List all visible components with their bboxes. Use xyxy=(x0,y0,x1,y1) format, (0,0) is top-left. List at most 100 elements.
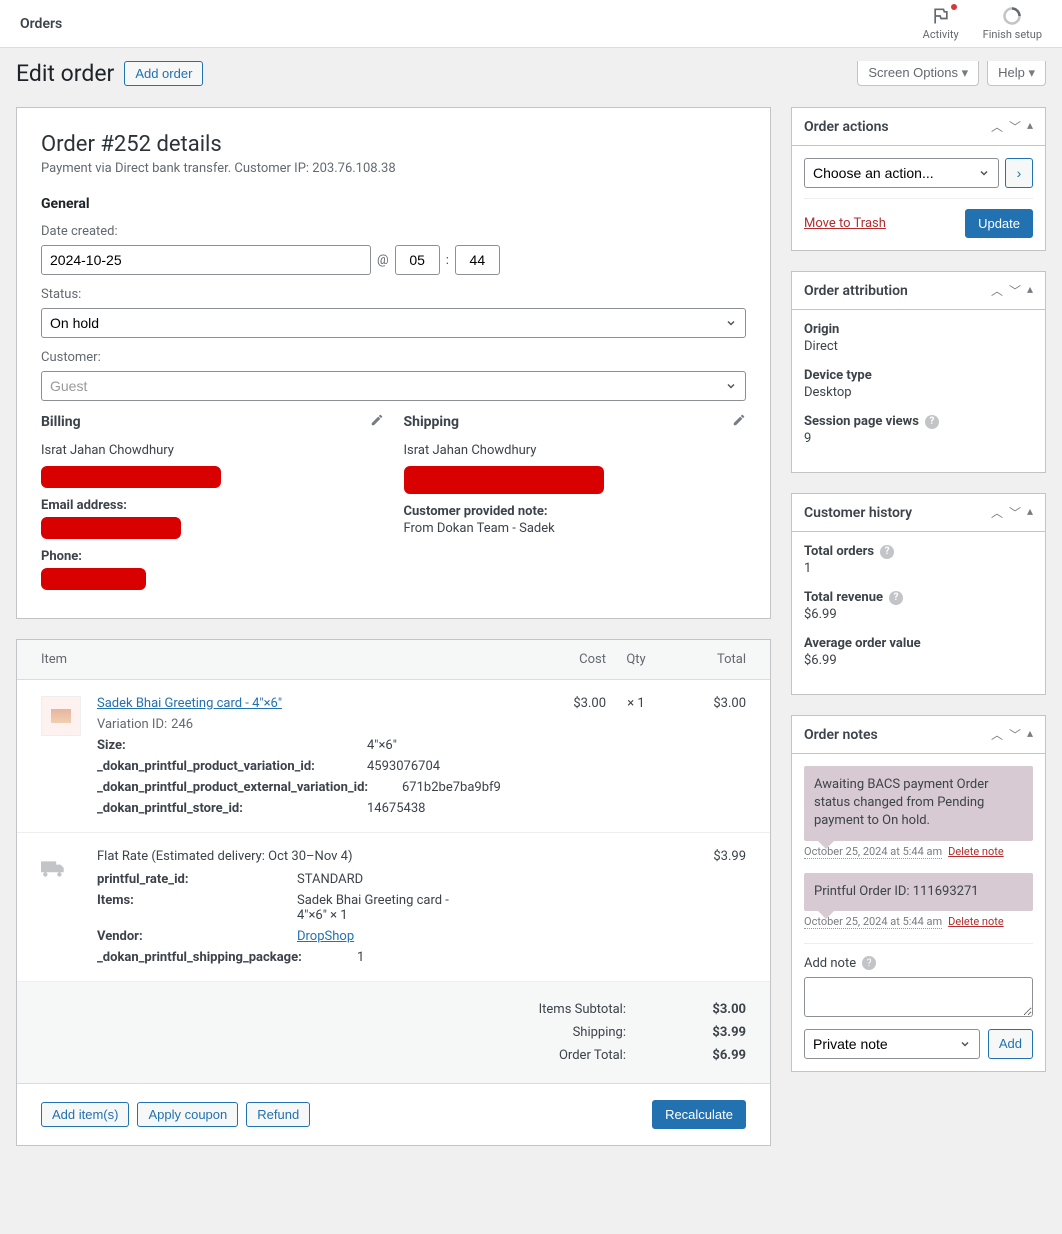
page-views-label: Session page views xyxy=(804,414,919,429)
total-orders-label: Total orders xyxy=(804,544,874,559)
order-note: Awaiting BACS payment Order status chang… xyxy=(804,766,1033,841)
total-orders-value: 1 xyxy=(804,561,1033,576)
order-notes-heading: Order notes xyxy=(804,727,878,743)
help-icon[interactable]: ? xyxy=(862,956,876,970)
apply-coupon-button[interactable]: Apply coupon xyxy=(137,1102,238,1127)
panel-down-icon[interactable]: ﹀ xyxy=(1009,282,1021,299)
customer-history-panel: Customer history ︿﹀▴ Total orders?1 Tota… xyxy=(791,493,1046,695)
customer-note-value: From Dokan Team - Sadek xyxy=(404,519,747,540)
date-row: @ : xyxy=(41,245,746,275)
shipping-line-row: Flat Rate (Estimated delivery: Oct 30–No… xyxy=(17,833,770,982)
activity-button[interactable]: Activity xyxy=(923,6,959,41)
panel-collapse-icon[interactable]: ▴ xyxy=(1027,504,1033,521)
help-button[interactable]: Help xyxy=(987,61,1046,86)
add-items-button[interactable]: Add item(s) xyxy=(41,1102,129,1127)
flag-icon xyxy=(931,6,951,26)
ship-items-label: Items: xyxy=(97,893,297,923)
panel-collapse-icon[interactable]: ▴ xyxy=(1027,726,1033,743)
order-note: Printful Order ID: 111693271 xyxy=(804,873,1033,911)
printful-ext-variation-label: _dokan_printful_product_external_variati… xyxy=(97,780,402,795)
panel-up-icon[interactable]: ︿ xyxy=(991,118,1003,135)
add-note-button[interactable]: Add xyxy=(988,1029,1033,1059)
billing-shipping-row: Billing Israt Jahan Chowdhury Email addr… xyxy=(41,413,746,594)
col-total: Total xyxy=(666,652,746,667)
help-icon[interactable]: ? xyxy=(925,415,939,429)
panel-down-icon[interactable]: ﹀ xyxy=(1009,726,1021,743)
avg-order-value: $6.99 xyxy=(804,653,1033,668)
col-cost: Cost xyxy=(526,652,606,667)
total-revenue-label: Total revenue xyxy=(804,590,883,605)
product-link[interactable]: Sadek Bhai Greeting card - 4″×6″ xyxy=(97,696,282,711)
total-revenue-value: $6.99 xyxy=(804,607,1033,622)
shipping-total-label: Shipping: xyxy=(476,1025,626,1040)
note-type-select[interactable]: Private note xyxy=(804,1029,980,1059)
panel-collapse-icon[interactable]: ▴ xyxy=(1027,282,1033,299)
delete-note-link[interactable]: Delete note xyxy=(948,845,1004,858)
order-total-value: $6.99 xyxy=(666,1048,746,1063)
size-value: 4″×6″ xyxy=(367,738,397,753)
panel-up-icon[interactable]: ︿ xyxy=(991,282,1003,299)
progress-ring-icon xyxy=(1002,6,1022,26)
delete-note-link[interactable]: Delete note xyxy=(948,915,1004,928)
move-to-trash-link[interactable]: Move to Trash xyxy=(804,216,886,231)
order-actions-panel: Order actions ︿﹀▴ Choose an action... › … xyxy=(791,107,1046,251)
panel-up-icon[interactable]: ︿ xyxy=(991,504,1003,521)
order-action-select[interactable]: Choose an action... xyxy=(804,158,999,188)
ship-package-value: 1 xyxy=(357,950,364,965)
panel-collapse-icon[interactable]: ▴ xyxy=(1027,118,1033,135)
apply-action-button[interactable]: › xyxy=(1005,158,1033,188)
printful-ext-variation-value: 671b2be7ba9bf9 xyxy=(402,780,501,795)
customer-note-label: Customer provided note: xyxy=(404,504,747,519)
side-column: Order actions ︿﹀▴ Choose an action... › … xyxy=(791,107,1046,1072)
help-icon[interactable]: ? xyxy=(880,545,894,559)
billing-column: Billing Israt Jahan Chowdhury Email addr… xyxy=(41,413,384,594)
main-wrap: Order #252 details Payment via Direct ba… xyxy=(0,91,1062,1162)
panel-up-icon[interactable]: ︿ xyxy=(991,726,1003,743)
status-select[interactable]: On hold xyxy=(41,308,746,338)
screen-options-button[interactable]: Screen Options xyxy=(857,61,979,86)
subtotal-label: Items Subtotal: xyxy=(476,1002,626,1017)
customer-select[interactable]: Guest xyxy=(41,371,746,401)
attribution-heading: Order attribution xyxy=(804,283,908,299)
shipping-total: $3.99 xyxy=(666,849,746,965)
col-item: Item xyxy=(41,652,526,667)
vendor-link[interactable]: DropShop xyxy=(297,929,354,944)
general-heading: General xyxy=(41,196,746,212)
header-bar: Edit order Add order Screen Options Help xyxy=(0,48,1062,91)
hour-input[interactable] xyxy=(395,245,440,275)
rate-id-label: printful_rate_id: xyxy=(97,872,297,887)
product-thumbnail xyxy=(41,696,81,736)
size-label: Size: xyxy=(97,738,367,753)
page-title: Edit order xyxy=(16,60,114,87)
shipping-info: Flat Rate (Estimated delivery: Oct 30–No… xyxy=(97,849,526,965)
printful-variation-value: 4593076704 xyxy=(367,759,440,774)
shipping-total-value: $3.99 xyxy=(666,1025,746,1040)
minute-input[interactable] xyxy=(455,245,500,275)
items-actions-row: Add item(s) Apply coupon Refund Recalcul… xyxy=(17,1083,770,1145)
add-order-button[interactable]: Add order xyxy=(124,61,203,86)
edit-shipping-button[interactable] xyxy=(732,413,746,431)
recalculate-button[interactable]: Recalculate xyxy=(652,1100,746,1129)
finish-setup-button[interactable]: Finish setup xyxy=(983,6,1042,41)
topbar-right: Activity Finish setup xyxy=(923,6,1042,41)
billing-name: Israt Jahan Chowdhury xyxy=(41,441,384,462)
update-button[interactable]: Update xyxy=(965,209,1033,238)
shipping-title: Flat Rate (Estimated delivery: Oct 30–No… xyxy=(97,849,526,864)
panel-down-icon[interactable]: ﹀ xyxy=(1009,504,1021,521)
refund-button[interactable]: Refund xyxy=(246,1102,310,1127)
device-type-label: Device type xyxy=(804,368,1033,383)
add-note-textarea[interactable] xyxy=(804,977,1033,1017)
edit-billing-button[interactable] xyxy=(370,413,384,431)
ship-qty-empty xyxy=(606,849,666,965)
billing-phone-label: Phone: xyxy=(41,549,384,564)
date-input[interactable] xyxy=(41,245,371,275)
shipping-column: Shipping Israt Jahan Chowdhury Customer … xyxy=(404,413,747,594)
status-label: Status: xyxy=(41,287,746,302)
help-icon[interactable]: ? xyxy=(889,591,903,605)
activity-label: Activity xyxy=(923,28,959,41)
main-column: Order #252 details Payment via Direct ba… xyxy=(16,107,771,1146)
order-subtitle: Payment via Direct bank transfer. Custom… xyxy=(41,161,746,176)
panel-down-icon[interactable]: ﹀ xyxy=(1009,118,1021,135)
shipping-heading: Shipping xyxy=(404,414,459,430)
ship-package-label: _dokan_printful_shipping_package: xyxy=(97,950,357,965)
